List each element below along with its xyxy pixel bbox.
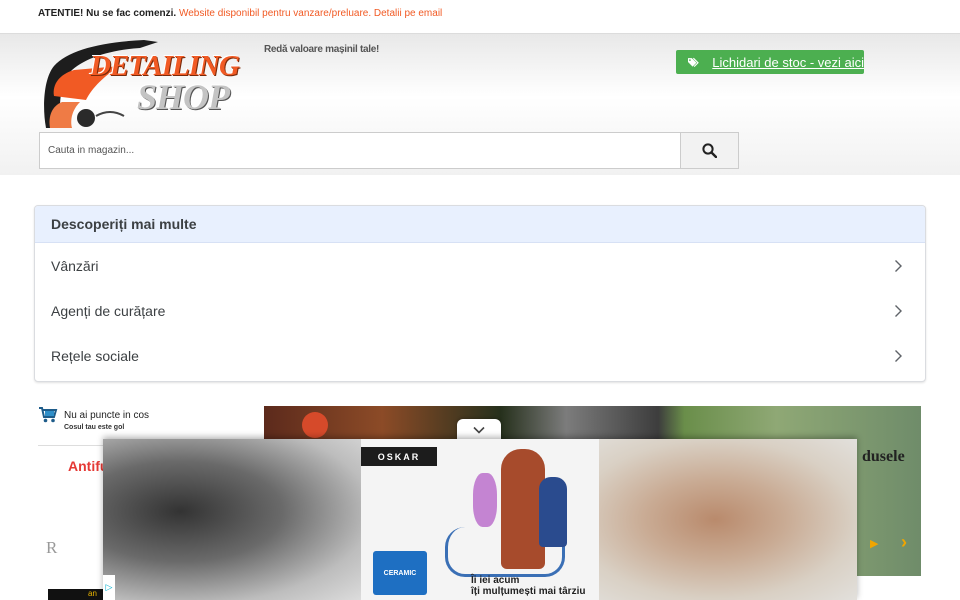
cart-subtitle: Cosul tau este gol xyxy=(64,424,125,431)
discover-item-label: Rețele sociale xyxy=(51,347,139,364)
adchoices-icon[interactable]: ▷ xyxy=(103,575,115,600)
stock-clearance-button[interactable]: Lichidari de stoc - vezi aici xyxy=(676,50,864,74)
ad-brand-label: OSKAR xyxy=(361,447,437,466)
bottom-ad-banner[interactable]: OSKAR CERAMIC Îi iei acum îți mulțumești… xyxy=(103,439,857,600)
chevron-right-icon xyxy=(895,259,902,272)
discover-item-label: Vânzări xyxy=(51,257,99,274)
discover-item-cleaning-agents[interactable]: Agenți de curățare xyxy=(35,288,925,333)
ad-paint-bucket: CERAMIC xyxy=(373,551,427,595)
stock-clearance-label: Lichidari de stoc - vezi aici xyxy=(712,54,864,70)
search-input[interactable] xyxy=(39,132,680,169)
ad-copy-line2: îți mulțumești mai târziu xyxy=(471,586,586,597)
slider-next-icon[interactable]: › xyxy=(901,532,907,553)
cart-icon xyxy=(39,407,58,423)
discover-item-social-networks[interactable]: Rețele sociale xyxy=(35,333,925,378)
notice-strong: ATENTIE! Nu se fac comenzi. xyxy=(38,8,177,19)
slider-decoration xyxy=(302,412,328,438)
chevron-down-icon xyxy=(473,426,485,434)
ad-creative[interactable]: OSKAR CERAMIC Îi iei acum îți mulțumești… xyxy=(361,439,599,600)
site-header: DETAILING SHOP Redă valoare mașinil tale… xyxy=(0,33,960,175)
chevron-right-icon xyxy=(895,304,902,317)
cart-title: Nu ai puncte in cos xyxy=(64,409,150,421)
search-bar xyxy=(39,132,739,169)
logo-word-shop: SHOP xyxy=(137,77,230,117)
discover-more-panel: Descoperiți mai multe Vânzări Agenți de … xyxy=(34,205,926,382)
brand-mark-r: R xyxy=(46,538,58,557)
black-banner-text: an xyxy=(88,589,97,598)
ad-blurred-right xyxy=(599,439,857,600)
ad-copy-line1: Îi iei acum xyxy=(471,575,520,586)
search-icon xyxy=(702,143,717,158)
discover-item-sales[interactable]: Vânzări xyxy=(35,243,925,288)
discover-title: Descoperiți mai multe xyxy=(35,206,925,243)
slider-play-icon[interactable]: ▶ xyxy=(870,537,878,550)
notice-bar: ATENTIE! Nu se fac comenzi. Website disp… xyxy=(38,8,442,19)
chevron-right-icon xyxy=(895,349,902,362)
tag-icon xyxy=(688,57,699,68)
search-button[interactable] xyxy=(680,132,739,169)
tagline: Redă valoare mașinil tale! xyxy=(264,44,380,55)
site-logo[interactable]: DETAILING SHOP xyxy=(40,34,250,132)
ad-blurred-left xyxy=(103,439,361,600)
ad-collapse-toggle[interactable] xyxy=(457,419,501,440)
ad-copy: Îi iei acum îți mulțumești mai târziu xyxy=(471,575,585,597)
ad-paint-splash xyxy=(473,473,497,527)
ad-child xyxy=(539,477,567,547)
black-promo-banner[interactable]: an xyxy=(48,589,104,600)
notice-link[interactable]: Website disponibil pentru vanzare/prelua… xyxy=(179,8,442,19)
discover-item-label: Agenți de curățare xyxy=(51,302,166,319)
slider-caption: dusele xyxy=(862,448,905,465)
